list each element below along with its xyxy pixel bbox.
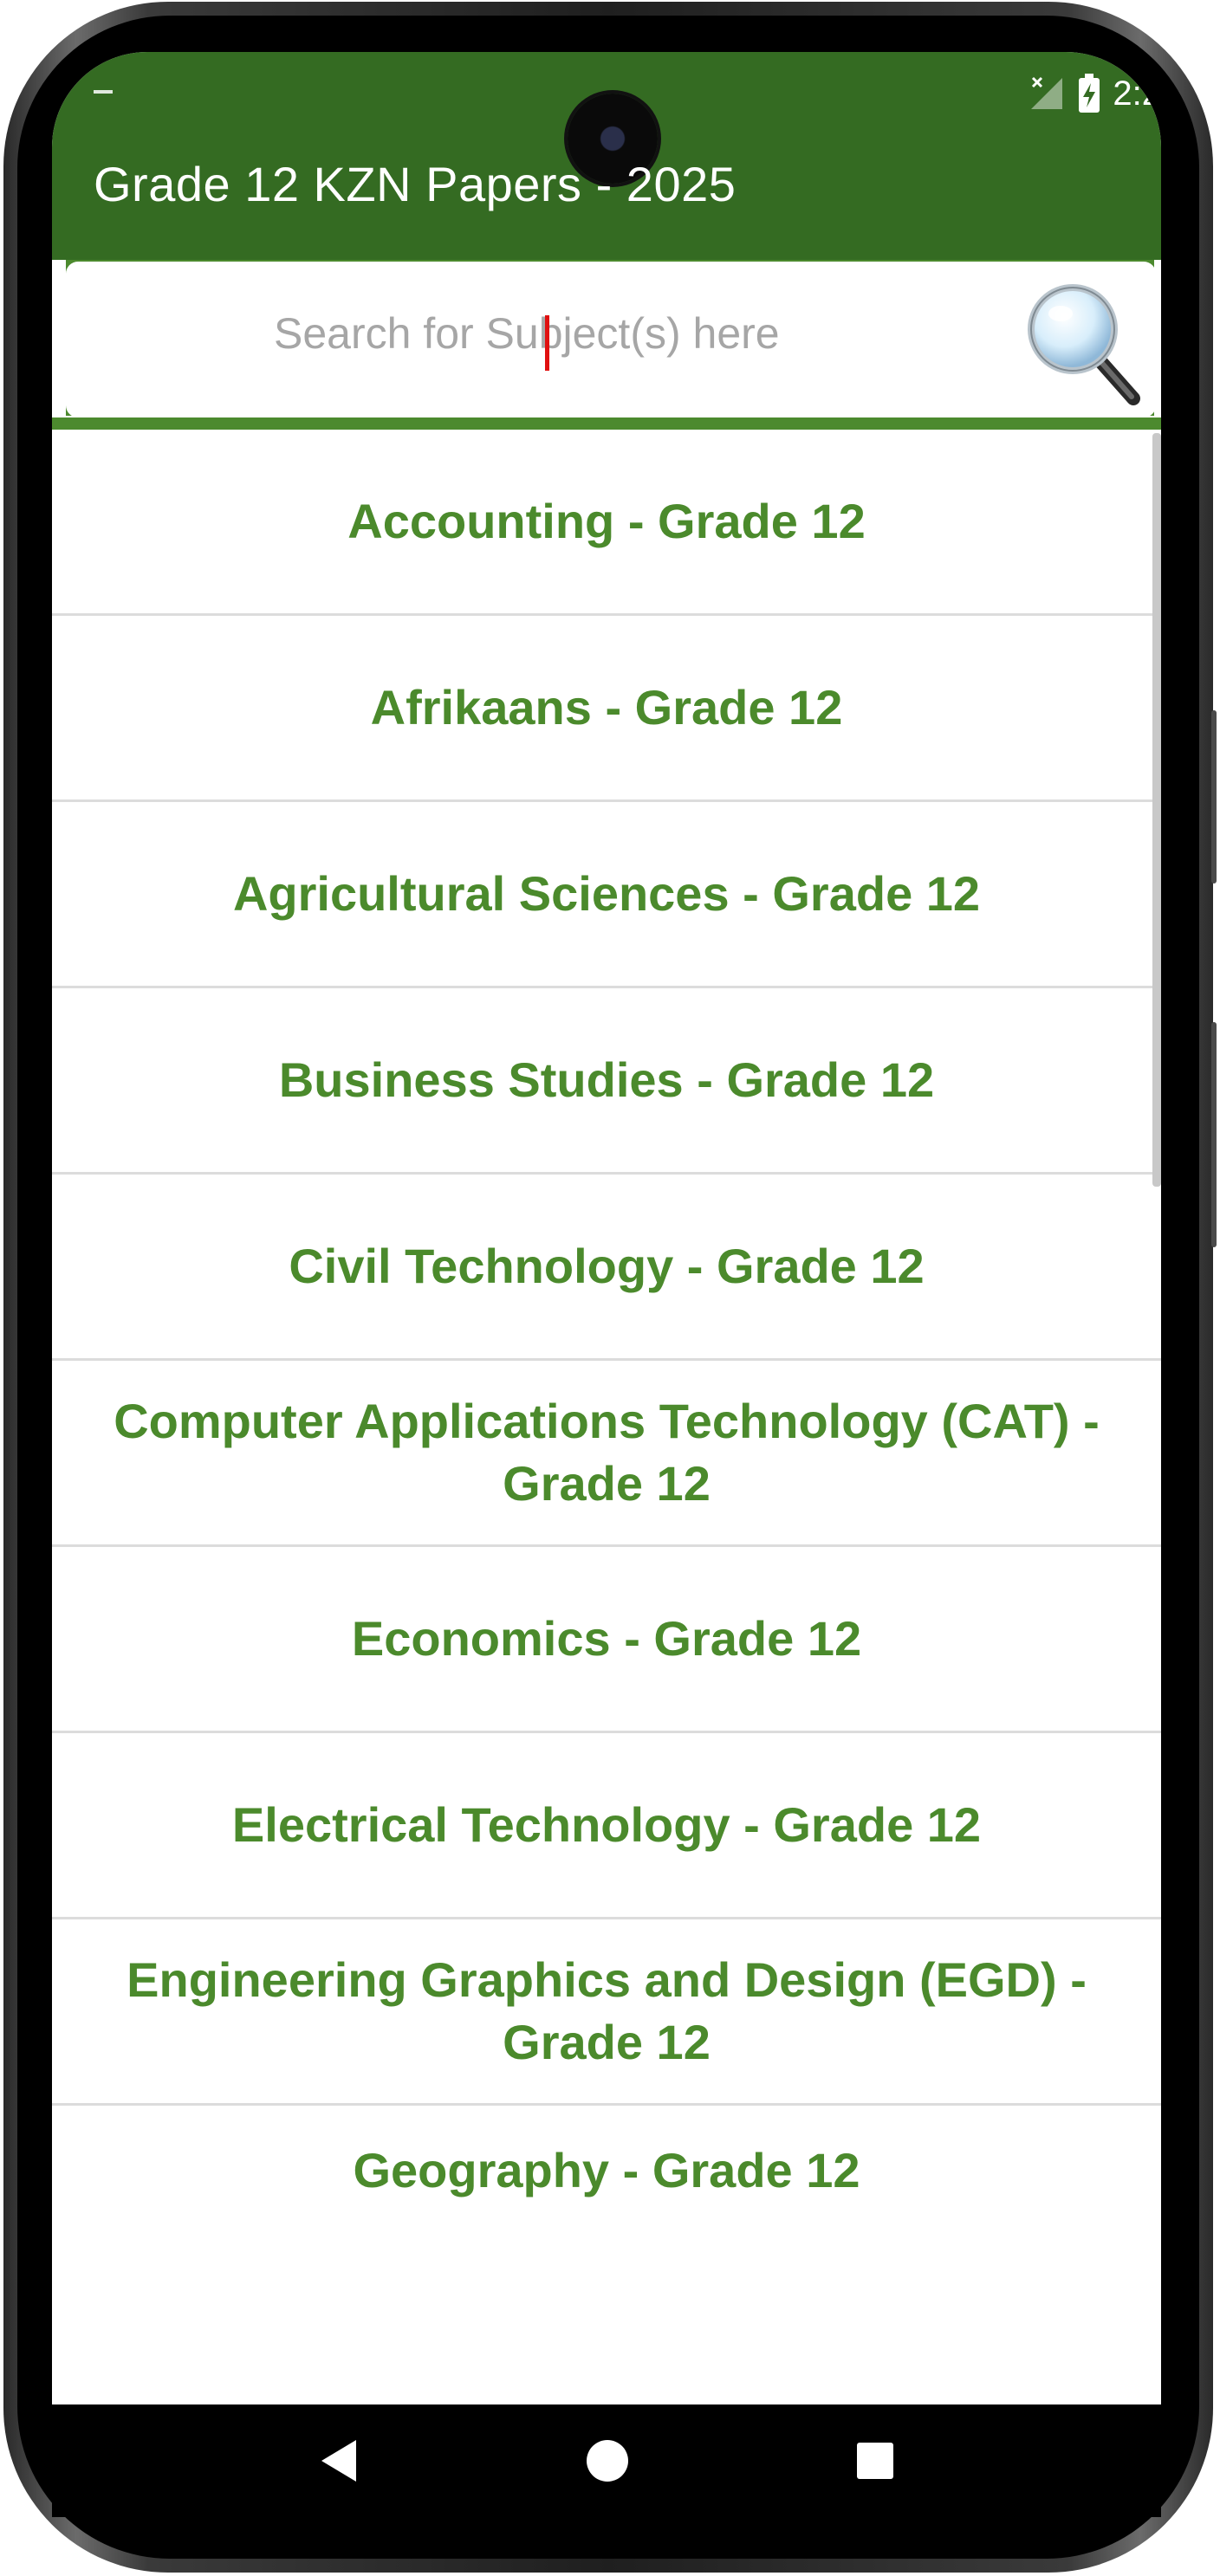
list-item[interactable]: Economics - Grade 12 bbox=[52, 1547, 1161, 1733]
list-item[interactable]: Electrical Technology - Grade 12 bbox=[52, 1733, 1161, 1919]
home-icon[interactable] bbox=[585, 2438, 630, 2483]
app-bar: 2:2 Grade 12 KZN Papers - 2025 bbox=[52, 52, 1161, 260]
text-caret bbox=[545, 315, 549, 371]
status-time: 2:2 bbox=[1113, 74, 1161, 113]
subject-label: Engineering Graphics and Design (EGD) - … bbox=[127, 1952, 1087, 2069]
subject-label: Economics - Grade 12 bbox=[351, 1611, 862, 1666]
list-item[interactable]: Agricultural Sciences - Grade 12 bbox=[52, 802, 1161, 988]
list-item[interactable]: Computer Applications Technology (CAT) -… bbox=[52, 1361, 1161, 1547]
subject-list: Accounting - Grade 12 Afrikaans - Grade … bbox=[52, 430, 1161, 2236]
power-button bbox=[1211, 1022, 1217, 1247]
scrollbar[interactable] bbox=[1152, 433, 1161, 1187]
battery-charging-icon bbox=[1079, 74, 1100, 113]
notification-indicator bbox=[94, 90, 113, 94]
navigation-bar bbox=[52, 2404, 1161, 2517]
app-screen: 2:2 Grade 12 KZN Papers - 2025 Search fo… bbox=[52, 52, 1161, 2408]
search-bar-bottom-border bbox=[52, 417, 1161, 430]
magnifier-icon[interactable] bbox=[1022, 279, 1144, 409]
subject-label: Accounting - Grade 12 bbox=[347, 494, 866, 548]
volume-button bbox=[1211, 710, 1217, 883]
list-item[interactable]: Accounting - Grade 12 bbox=[52, 430, 1161, 616]
list-item[interactable]: Afrikaans - Grade 12 bbox=[52, 616, 1161, 802]
search-input[interactable]: Search for Subject(s) here bbox=[66, 262, 1156, 417]
subject-label: Electrical Technology - Grade 12 bbox=[231, 1797, 982, 1852]
subject-label: Business Studies - Grade 12 bbox=[278, 1052, 935, 1107]
list-item[interactable]: Civil Technology - Grade 12 bbox=[52, 1175, 1161, 1361]
subject-label: Civil Technology - Grade 12 bbox=[289, 1239, 925, 1293]
subject-label: Computer Applications Technology (CAT) -… bbox=[114, 1394, 1100, 1511]
back-icon[interactable] bbox=[318, 2438, 360, 2483]
no-signal-icon bbox=[1031, 76, 1063, 109]
subject-label: Afrikaans - Grade 12 bbox=[370, 680, 843, 735]
search-placeholder: Search for Subject(s) here bbox=[274, 309, 780, 358]
subject-label: Agricultural Sciences - Grade 12 bbox=[232, 866, 981, 921]
status-bar: 2:2 bbox=[1028, 66, 1161, 121]
subject-label: Geography - Grade 12 bbox=[353, 2143, 860, 2197]
list-item[interactable]: Geography - Grade 12 bbox=[52, 2106, 1161, 2236]
page-title: Grade 12 KZN Papers - 2025 bbox=[94, 157, 737, 211]
list-item[interactable]: Engineering Graphics and Design (EGD) - … bbox=[52, 1919, 1161, 2106]
list-item[interactable]: Business Studies - Grade 12 bbox=[52, 988, 1161, 1175]
recents-icon[interactable] bbox=[855, 2441, 895, 2481]
